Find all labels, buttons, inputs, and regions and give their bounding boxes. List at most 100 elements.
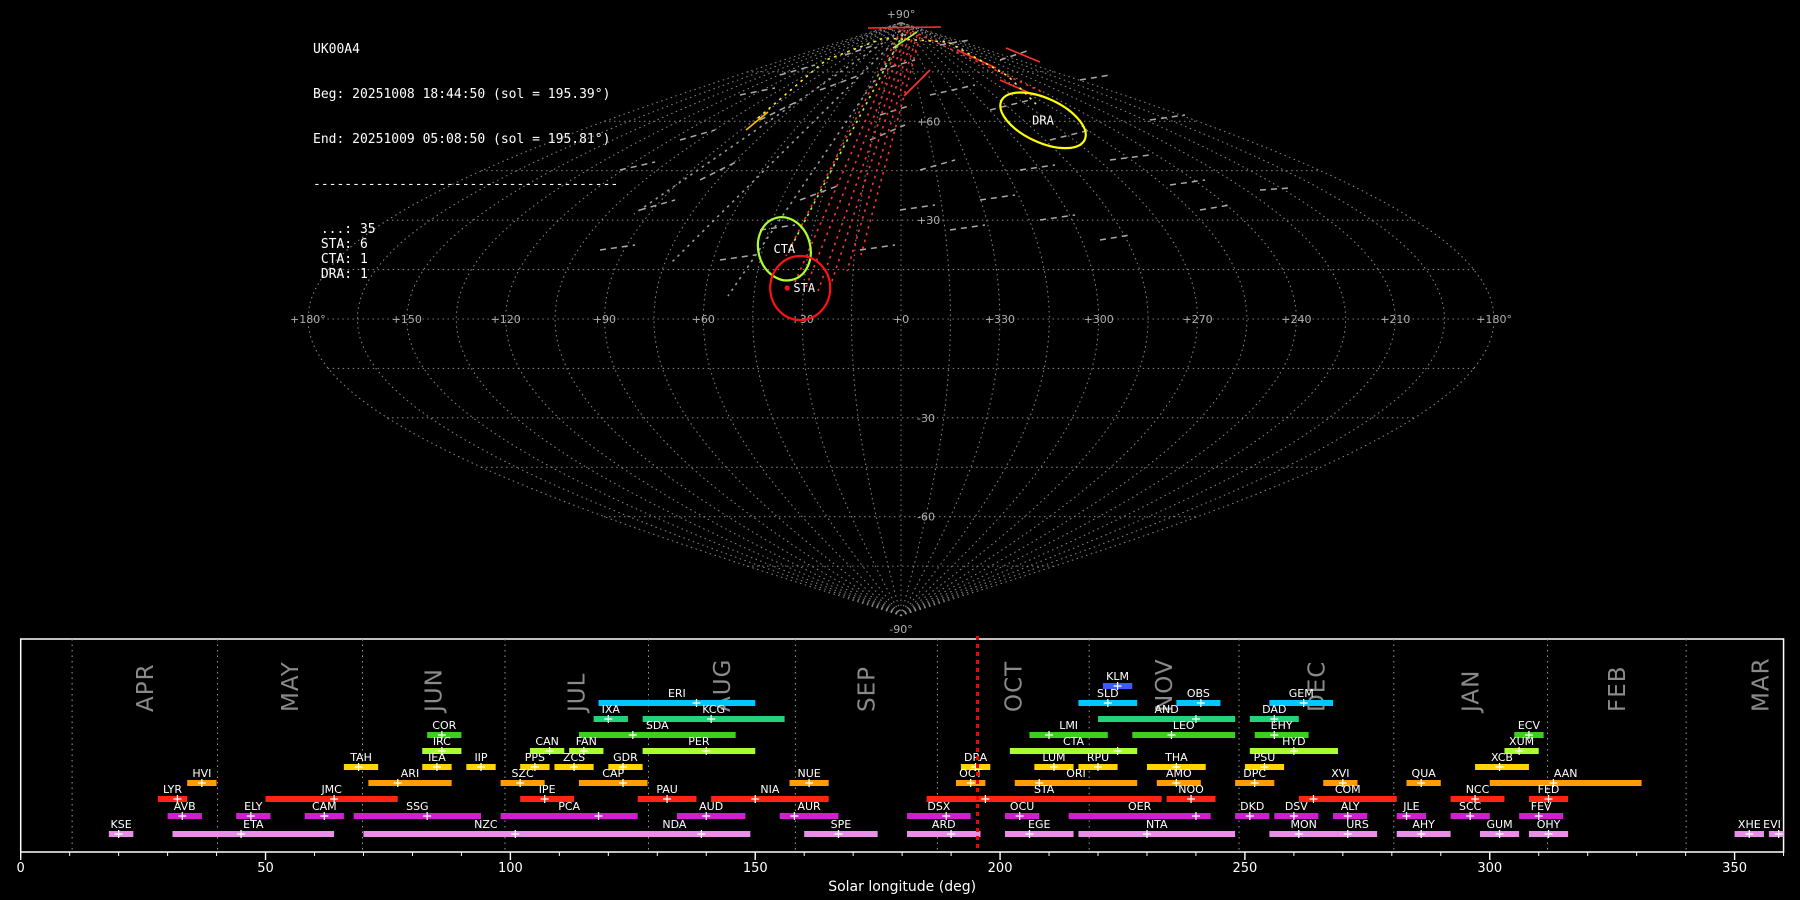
obs-end: End: 20251009 05:08:50 (sol = 195.81°) bbox=[313, 132, 611, 147]
shower-bar-OER bbox=[1068, 813, 1211, 819]
shower-label-EVI: EVI bbox=[1763, 818, 1781, 831]
shower-count-line: ...: 35 bbox=[313, 222, 376, 237]
sporadic-meteor-trail bbox=[919, 159, 956, 171]
shower-bar-SDA bbox=[578, 732, 736, 738]
shower-label-XCB: XCB bbox=[1491, 751, 1513, 764]
sky-lon-label: +330 bbox=[985, 313, 1015, 326]
shower-label-PPS: PPS bbox=[525, 751, 545, 764]
shower-label-LUM: LUM bbox=[1042, 751, 1065, 764]
x-tick-label: 0 bbox=[17, 861, 25, 876]
sporadic-meteor-trail bbox=[899, 204, 936, 211]
shower-label-SLD: SLD bbox=[1097, 687, 1119, 700]
shower-bar-EGE bbox=[1004, 831, 1074, 837]
shower-label-DKD: DKD bbox=[1240, 800, 1264, 813]
shower-label-DPC: DPC bbox=[1243, 767, 1266, 780]
sporadic-meteor-trail bbox=[1109, 154, 1151, 161]
x-tick-label: 300 bbox=[1477, 861, 1502, 876]
sporadic-meteor-trail bbox=[699, 159, 741, 181]
sky-lat-label: -30 bbox=[917, 412, 935, 425]
shower-bar-ARD bbox=[907, 831, 981, 837]
shower-label-KLM: KLM bbox=[1106, 670, 1129, 683]
shower-label-NZC: NZC bbox=[474, 818, 498, 831]
shower-label-PSU: PSU bbox=[1254, 751, 1276, 764]
shower-bar-LEO bbox=[1132, 732, 1236, 738]
radiant-point-STA bbox=[784, 285, 790, 291]
sporadic-meteor-trail bbox=[1099, 234, 1131, 241]
shower-bar-PER bbox=[642, 748, 756, 754]
shower-label-ELY: ELY bbox=[244, 800, 263, 813]
shower-label-AVB: AVB bbox=[174, 800, 196, 813]
shower-label-SDA: SDA bbox=[646, 719, 669, 732]
obs-begin: Beg: 20251008 18:44:50 (sol = 195.39°) bbox=[313, 87, 611, 102]
sporadic-meteor-trail bbox=[719, 254, 756, 261]
sporadic-meteor-trail bbox=[989, 99, 1031, 111]
sporadic-meteor-trail bbox=[819, 74, 861, 91]
shower-label-PAU: PAU bbox=[656, 783, 678, 796]
shower-label-AHY: AHY bbox=[1412, 818, 1435, 831]
month-label-APR: APR bbox=[133, 663, 159, 712]
shower-label-ORI: ORI bbox=[1066, 767, 1086, 780]
shower-bar-NDA bbox=[598, 831, 751, 837]
x-tick-label: 350 bbox=[1722, 861, 1747, 876]
shower-bar-AUD bbox=[676, 813, 746, 819]
shower-label-XVI: XVI bbox=[1331, 767, 1349, 780]
meteor-track bbox=[817, 31, 912, 292]
month-label-JAN: JAN bbox=[1459, 670, 1485, 714]
station-id: UK00A4 bbox=[313, 42, 360, 57]
sky-lat-label: +60 bbox=[917, 115, 940, 128]
meteor-track bbox=[805, 30, 909, 288]
shower-label-NCC: NCC bbox=[1466, 783, 1490, 796]
shower-label-OCU: OCU bbox=[1010, 800, 1034, 813]
sporadic-meteor-trail bbox=[949, 224, 986, 231]
sporadic-meteor-trail bbox=[1019, 164, 1056, 171]
shower-label-LYR: LYR bbox=[163, 783, 182, 796]
sky-map-and-activity-plot: +180° +150 +120 +90 +60 +30 +0 +330 +300 +270 +240… bbox=[17, 8, 1785, 895]
shower-bar-ARI bbox=[368, 780, 452, 786]
shower-label-CAN: CAN bbox=[535, 735, 558, 748]
shower-label-IEA: IEA bbox=[428, 751, 446, 764]
shower-bar-NTA bbox=[1078, 831, 1236, 837]
meteor-track bbox=[794, 29, 906, 283]
shower-bar-NZC bbox=[363, 831, 609, 837]
shower-counts: ...: 35 STA: 6 CTA: 1 DRA: 1 bbox=[313, 222, 618, 282]
sky-lon-label: +210 bbox=[1380, 313, 1410, 326]
shower-label-DSX: DSX bbox=[927, 800, 950, 813]
shower-label-ECV: ECV bbox=[1518, 719, 1541, 732]
shower-bar-MON bbox=[1269, 831, 1338, 837]
shower-label-COM: COM bbox=[1335, 783, 1361, 796]
shower-label-LEO: LEO bbox=[1173, 719, 1195, 732]
meteor-track bbox=[956, 49, 997, 69]
shower-label-IIP: IIP bbox=[474, 751, 487, 764]
shower-label-NIA: NIA bbox=[760, 783, 779, 796]
shower-label-DRA: DRA bbox=[964, 751, 988, 764]
meteor-track bbox=[903, 69, 931, 97]
meteor-track bbox=[788, 33, 904, 252]
sporadic-meteor-trail bbox=[929, 84, 976, 96]
shower-label-AND: AND bbox=[1154, 703, 1178, 716]
shower-label-XHE: XHE bbox=[1738, 818, 1761, 831]
shower-label-PER: PER bbox=[688, 735, 710, 748]
shower-label-JMC: JMC bbox=[320, 783, 342, 796]
shower-bar-AND bbox=[1098, 716, 1236, 722]
shower-label-NDA: NDA bbox=[662, 818, 687, 831]
shower-label-ARI: ARI bbox=[401, 767, 419, 780]
shower-label-TAH: TAH bbox=[349, 751, 372, 764]
shower-bar-AAN bbox=[1489, 780, 1642, 786]
shower-label-NUE: NUE bbox=[797, 767, 820, 780]
month-label-JUN: JUN bbox=[422, 668, 448, 714]
shower-bar-CAP bbox=[578, 780, 648, 786]
sporadic-meteor-trail bbox=[859, 244, 896, 251]
sky-lat-label: -60 bbox=[917, 511, 935, 524]
shower-label-URS: URS bbox=[1346, 818, 1369, 831]
shower-label-THA: THA bbox=[1164, 751, 1188, 764]
sky-lon-label: +120 bbox=[490, 313, 520, 326]
shower-label-MON: MON bbox=[1290, 818, 1316, 831]
sporadic-meteor-trail bbox=[739, 87, 776, 96]
meteor-track bbox=[727, 33, 907, 297]
shower-label-PCA: PCA bbox=[558, 800, 580, 813]
shower-bar-SSG bbox=[353, 813, 482, 819]
shower-count-line: DRA: 1 bbox=[313, 267, 368, 282]
sporadic-meteor-trail bbox=[1169, 179, 1206, 186]
shower-label-KCG: KCG bbox=[702, 703, 725, 716]
x-tick-label: 150 bbox=[743, 861, 768, 876]
